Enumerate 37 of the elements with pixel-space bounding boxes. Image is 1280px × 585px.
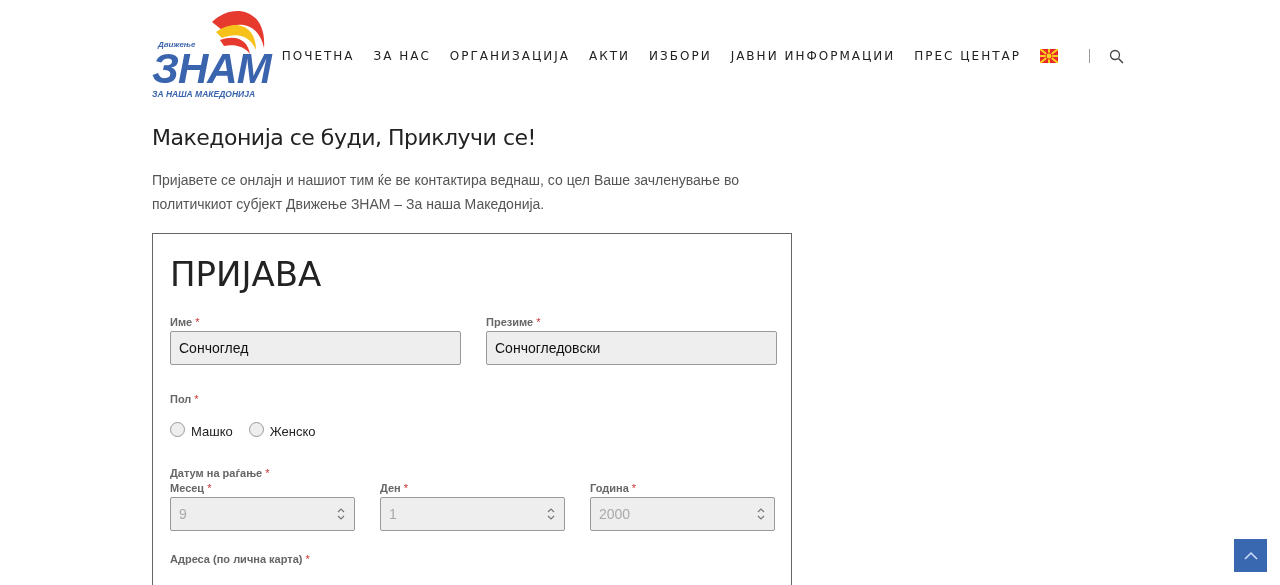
search-icon[interactable]: [1109, 48, 1124, 64]
field-label: Пол *: [170, 393, 200, 405]
text-input[interactable]: Сончогледовски: [486, 331, 777, 365]
field-label: Адреса (по лична карта) *: [170, 553, 311, 565]
logo-text: Движење: [158, 40, 196, 49]
radio-button[interactable]: [170, 422, 185, 437]
field-label: Година *: [590, 482, 638, 494]
field-label: Ден *: [380, 482, 409, 494]
field-label: Име *: [170, 316, 201, 328]
nav-link[interactable]: ПОЧЕТНА: [281, 49, 355, 63]
spinner-icon[interactable]: [547, 508, 555, 520]
nav-link[interactable]: ПРЕС ЦЕНТАР: [914, 49, 1021, 63]
number-input[interactable]: 2000: [590, 497, 775, 531]
scroll-to-top-button[interactable]: [1234, 539, 1267, 572]
nav-link[interactable]: ОРГАНИЗАЦИЈА: [449, 49, 570, 63]
text-input[interactable]: Сончоглед: [170, 331, 461, 365]
form-title: ПРИЈАВА: [170, 254, 323, 294]
field-label: Презиме *: [486, 316, 542, 328]
number-input[interactable]: 1: [380, 497, 565, 531]
nav-link[interactable]: ЗА НАС: [373, 49, 431, 63]
nav-link[interactable]: ЈАВНИ ИНФОРМАЦИИ: [730, 49, 896, 63]
field-label: Месец *: [170, 482, 213, 494]
radio-button[interactable]: [248, 422, 264, 437]
logo-text: ЗНАМ: [152, 49, 271, 89]
chevron-up-icon: [1243, 551, 1258, 560]
page-heading: Македонија се буди, Приклучи се!: [152, 125, 537, 150]
nav-link[interactable]: АКТИ: [589, 49, 631, 63]
field-label: Датум на раѓање *: [170, 467, 271, 479]
logo-text: ЗА НАША МАКЕДОНИЈА: [152, 89, 256, 100]
number-input[interactable]: 9: [170, 497, 355, 531]
radio-option[interactable]: Женско: [248, 422, 316, 439]
spinner-icon[interactable]: [337, 508, 345, 520]
flag-icon[interactable]: [1040, 49, 1058, 63]
intro-text: Пријавете се онлајн и нашиот тим ќе ве контактира веднаш, со цел Ваше зачленување во политичкиот субјект Движење ЗНАМ – За наша Македонија.: [152, 171, 740, 214]
nav-link[interactable]: ИЗБОРИ: [649, 49, 712, 63]
spinner-icon[interactable]: [757, 508, 765, 520]
radio-option[interactable]: Машко: [170, 422, 233, 439]
